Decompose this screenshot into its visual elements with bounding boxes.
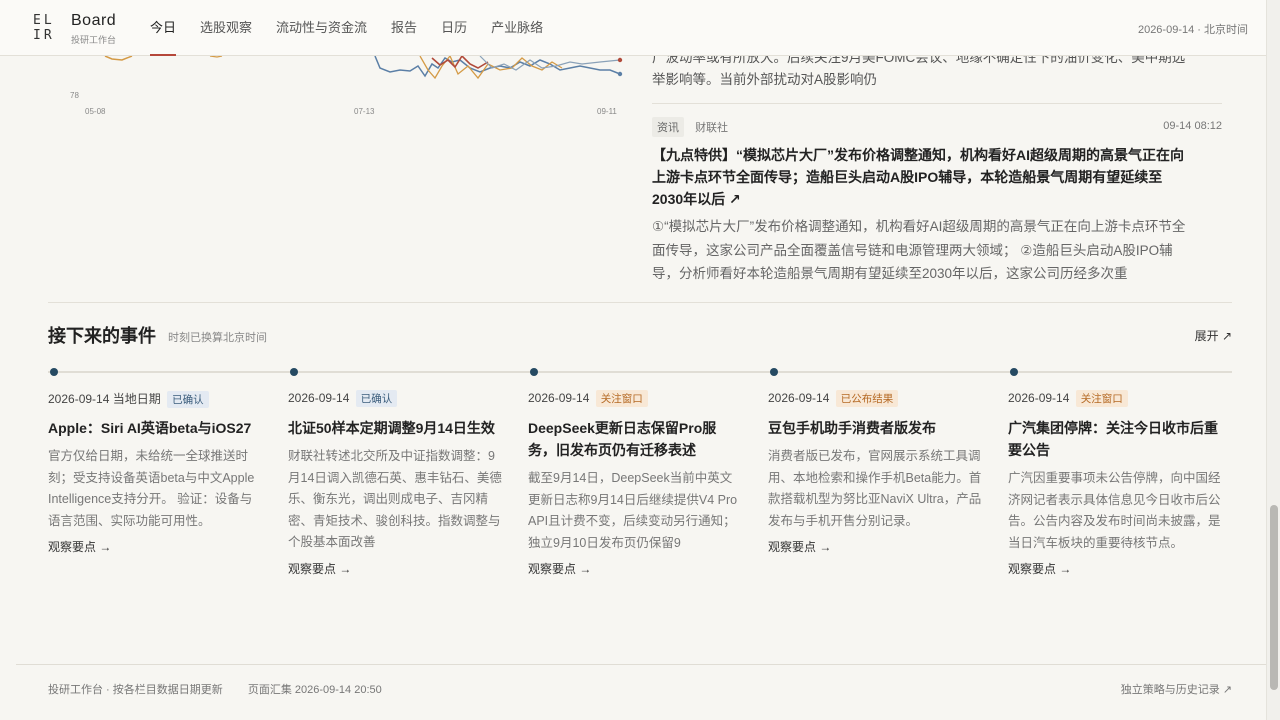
scrollbar-thumb[interactable]	[1270, 505, 1278, 690]
footer-info: 投研工作台 · 按各栏目数据日期更新 页面汇集 2026-09-14 20:50	[48, 681, 382, 697]
event-description: 消费者版已发布，官网展示系统工具调用、本地检索和操作手机Beta能力。首款搭载机…	[768, 449, 982, 528]
event-date: 2026-09-14	[288, 391, 350, 405]
footer: 投研工作台 · 按各栏目数据日期更新 页面汇集 2026-09-14 20:50…	[16, 664, 1266, 720]
brand-name: Board	[71, 12, 117, 29]
event-description: 广汽因重要事项未公告停牌，向中国经济网记者表示具体信息见今日收市后公告。公告内容…	[1008, 471, 1221, 550]
timeline-dot	[1010, 368, 1018, 376]
event-date-note: 当地日期	[112, 392, 161, 406]
event-card: 2026-09-14 关注窗口 广汽集团停牌：关注今日收市后重要公告 广汽因重要…	[1008, 390, 1223, 578]
event-date: 2026-09-14	[768, 391, 830, 405]
chart-series-line	[104, 55, 133, 61]
news-source: 财联社	[695, 122, 729, 134]
news-title-link[interactable]: 【九点特供】“模拟芯片大厂”发布价格调整通知，机构看好AI超级周期的高景气正在向…	[652, 144, 1192, 210]
event-description: 官方仅给日期，未给统一全球推送时刻；受支持设备英语beta与中文Apple In…	[48, 449, 255, 528]
nav-item-calendar[interactable]: 日历	[429, 0, 479, 56]
events-section-title: 接下来的事件	[48, 326, 156, 346]
section-divider	[48, 302, 1232, 303]
nav-item-industry[interactable]: 产业脉络	[479, 0, 555, 56]
chart-series-line	[431, 54, 489, 69]
observation-points-link[interactable]: 观察要点 →	[48, 538, 111, 555]
chart-endpoint	[617, 57, 623, 63]
footer-timestamp: 页面汇集 2026-09-14 20:50	[247, 684, 382, 696]
status-badge: 已确认	[355, 390, 398, 407]
chart-lines	[104, 54, 623, 80]
events-section-subtitle: 时刻已换算北京时间	[168, 332, 267, 344]
news-time: 09-14 08:12	[1163, 120, 1222, 132]
nav-item-reports[interactable]: 报告	[379, 0, 429, 56]
brand-subtitle: 投研工作台	[71, 35, 117, 45]
history-link[interactable]: 独立策略与历史记录 ↗	[1121, 681, 1232, 697]
news-tag[interactable]: 资讯	[652, 117, 684, 137]
status-badge: 已公布结果	[835, 390, 899, 407]
chart-endpoint	[617, 71, 623, 77]
event-header: 2026-09-14 当地日期 已确认	[48, 390, 263, 408]
event-card: 2026-09-14 已公布结果 豆包手机助手消费者版发布 消费者版已发布，官网…	[768, 390, 983, 556]
logo-icon[interactable]: EL IR	[33, 13, 63, 43]
event-title: 北证50样本定期调整9月14日生效	[288, 420, 495, 436]
event-date: 2026-09-14	[1008, 391, 1070, 405]
x-axis-tick: 09-11	[597, 107, 617, 116]
chart-series-line	[209, 55, 223, 58]
event-header: 2026-09-14 关注窗口	[528, 390, 743, 408]
x-axis-tick: 07-13	[354, 107, 375, 116]
news-divider	[652, 103, 1222, 104]
observation-points-link[interactable]: 观察要点 →	[288, 560, 351, 577]
y-axis-tick: 78	[70, 91, 79, 100]
news-meta: 资讯 财联社 09-14 08:12	[652, 117, 1222, 137]
nav-item-liquidity[interactable]: 流动性与资金流	[264, 0, 379, 56]
x-axis-tick: 05-08	[85, 107, 106, 116]
event-description: 财联社转述北交所及中证指数调整：9月14日调入凯德石英、惠丰钻石、美德乐、衡东光…	[288, 449, 502, 549]
status-badge: 关注窗口	[595, 390, 648, 407]
nav-item-stock-watch[interactable]: 选股观察	[188, 0, 264, 56]
current-date: 2026-09-14 · 北京时间	[1137, 24, 1248, 36]
event-card: 2026-09-14 当地日期 已确认 Apple：Siri AI英语beta与…	[48, 390, 263, 556]
event-description: 截至9月14日，DeepSeek当前中英文更新日志称9月14日后继续提供V4 P…	[528, 471, 738, 550]
event-timeline	[48, 368, 1232, 376]
nav-item-today[interactable]: 今日	[138, 0, 188, 56]
main-nav: 今日 选股观察 流动性与资金流 报告 日历 产业脉络	[138, 0, 555, 56]
status-badge: 已确认	[167, 391, 209, 408]
observation-points-link[interactable]: 观察要点 →	[768, 538, 831, 555]
timeline-dot	[290, 368, 298, 376]
event-header: 2026-09-14 已公布结果	[768, 390, 983, 408]
top-bar: EL IR Board 投研工作台 今日 选股观察 流动性与资金流 报告 日历 …	[0, 0, 1266, 56]
event-title: 豆包手机助手消费者版发布	[768, 420, 936, 436]
page-scrollbar[interactable]	[1266, 0, 1280, 720]
expand-link[interactable]: 展开 ↗	[1195, 327, 1232, 344]
footer-note: 投研工作台 · 按各栏目数据日期更新	[48, 684, 223, 696]
timeline-dot	[50, 368, 58, 376]
event-date: 2026-09-14	[528, 391, 590, 405]
event-title: DeepSeek更新日志保留Pro服务，旧发布页仍有迁移表述	[528, 420, 717, 458]
timeline-dot	[530, 368, 538, 376]
event-card: 2026-09-14 已确认 北证50样本定期调整9月14日生效 财联社转述北交…	[288, 390, 503, 578]
timeline-dot	[770, 368, 778, 376]
status-badge: 关注窗口	[1075, 390, 1128, 407]
index-chart: 78 05-08 07-13 09-11	[60, 54, 630, 120]
event-title: 广汽集团停牌：关注今日收市后重要公告	[1008, 420, 1218, 458]
observation-points-link[interactable]: 观察要点 →	[1008, 560, 1071, 577]
event-title: Apple：Siri AI英语beta与iOS27	[48, 420, 252, 436]
event-card: 2026-09-14 关注窗口 DeepSeek更新日志保留Pro服务，旧发布页…	[528, 390, 743, 578]
event-date: 2026-09-14	[48, 392, 110, 406]
observation-points-link[interactable]: 观察要点 →	[528, 560, 591, 577]
news-body: ①“模拟芯片大厂”发布价格调整通知，机构看好AI超级周期的高景气正在向上游卡点环…	[652, 219, 1186, 281]
event-header: 2026-09-14 关注窗口	[1008, 390, 1223, 408]
event-header: 2026-09-14 已确认	[288, 390, 503, 408]
